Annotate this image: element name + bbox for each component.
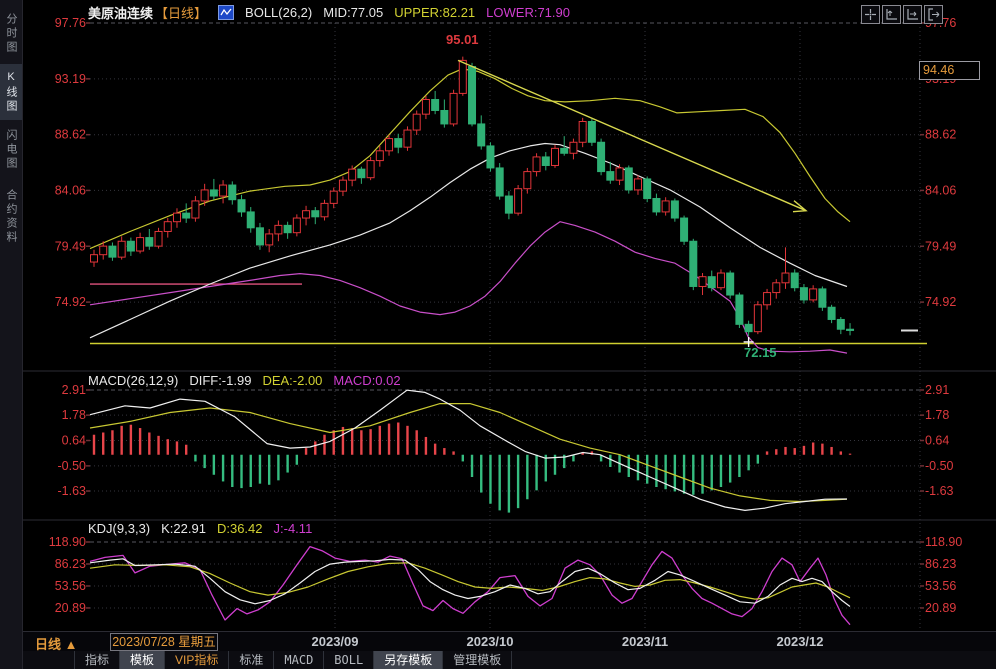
macd-dea-value: DEA:-2.00 — [262, 373, 322, 388]
macd-indicator-label: MACD(26,12,9) — [88, 373, 178, 388]
month-label-nov: 2023/11 — [622, 634, 668, 649]
low-price-label: 72.15 — [744, 345, 777, 360]
macd-macd-value: MACD:0.02 — [333, 373, 400, 388]
period-dropdown-arrow: ▲ — [65, 637, 78, 652]
svg-text:93.19: 93.19 — [55, 72, 86, 86]
svg-text:2.91: 2.91 — [62, 383, 86, 397]
exit-chart-icon[interactable] — [924, 5, 943, 24]
svg-text:74.92: 74.92 — [55, 295, 86, 309]
svg-text:0.64: 0.64 — [925, 434, 949, 448]
svg-text:-0.50: -0.50 — [925, 459, 954, 473]
toolbar-item-manage-template[interactable]: 管理模板 — [443, 651, 512, 669]
svg-text:53.56: 53.56 — [925, 579, 956, 593]
boll-upper-value: UPPER:82.21 — [394, 5, 475, 20]
date-axis-row: 日线 ▲ 2023/07/28 星期五 2023/09 2023/10 2023… — [22, 631, 996, 653]
toolbar-item-macd[interactable]: MACD — [274, 651, 324, 669]
svg-text:118.90: 118.90 — [49, 535, 86, 549]
svg-text:1.78: 1.78 — [62, 408, 86, 422]
svg-text:20.89: 20.89 — [925, 601, 956, 615]
svg-text:84.06: 84.06 — [925, 183, 956, 197]
period-tag: 【日线】 — [155, 3, 207, 22]
kdj-panel-header: KDJ(9,3,3) K:22.91 D:36.42 J:-4.11 — [88, 521, 323, 536]
svg-text:86.23: 86.23 — [55, 557, 86, 571]
svg-text:86.23: 86.23 — [925, 557, 956, 571]
boll-mid-value: MID:77.05 — [323, 5, 383, 20]
toolbar-item-boll[interactable]: BOLL — [324, 651, 374, 669]
boll-indicator-label: BOLL(26,2) — [245, 5, 312, 20]
svg-text:88.62: 88.62 — [925, 128, 956, 142]
left-sidebar: 分时图 K线图 闪电图 合约资料 — [0, 0, 23, 669]
first-date-label: 2023/07/28 星期五 — [110, 633, 218, 651]
kdj-j-value: J:-4.11 — [274, 521, 313, 536]
chart-application-window: 97.7697.7693.1993.1988.6288.6284.0684.06… — [0, 0, 996, 669]
svg-text:74.92: 74.92 — [925, 295, 956, 309]
month-label-sep: 2023/09 — [312, 634, 359, 649]
toolbar-item-indicators[interactable]: 指标 — [74, 651, 120, 669]
svg-text:2.91: 2.91 — [925, 383, 949, 397]
svg-text:53.56: 53.56 — [55, 579, 86, 593]
sidebar-tab-lightning[interactable]: 闪电图 — [0, 122, 22, 178]
kdj-k-value: K:22.91 — [161, 521, 206, 536]
svg-text:20.89: 20.89 — [55, 601, 86, 615]
price-tag: 94.46 — [919, 61, 980, 80]
crosshair-icon[interactable] — [861, 5, 880, 24]
sidebar-tab-timeshare[interactable]: 分时图 — [0, 6, 22, 62]
toolbar-item-standard[interactable]: 标准 — [229, 651, 274, 669]
chart-canvas[interactable]: 97.7697.7693.1993.1988.6288.6284.0684.06… — [0, 0, 996, 669]
boll-lower-value: LOWER:71.90 — [486, 5, 570, 20]
svg-text:79.49: 79.49 — [925, 239, 956, 253]
svg-text:-0.50: -0.50 — [58, 459, 87, 473]
high-price-label: 95.01 — [446, 32, 479, 47]
svg-text:118.90: 118.90 — [925, 535, 962, 549]
toolbar-item-template[interactable]: 模板 — [120, 651, 165, 669]
svg-text:84.06: 84.06 — [55, 183, 86, 197]
expand-scale-icon[interactable] — [903, 5, 922, 24]
sidebar-tab-contract-info[interactable]: 合约资料 — [0, 180, 22, 254]
toolbar-item-save-template[interactable]: 另存模板 — [374, 651, 443, 669]
symbol-name: 美原油连续 — [88, 3, 153, 22]
indicator-chart-icon — [218, 5, 234, 20]
svg-text:97.76: 97.76 — [55, 16, 86, 30]
kdj-indicator-label: KDJ(9,3,3) — [88, 521, 150, 536]
svg-text:88.62: 88.62 — [55, 128, 86, 142]
svg-text:1.78: 1.78 — [925, 408, 949, 422]
svg-text:79.49: 79.49 — [55, 239, 86, 253]
sidebar-tab-kline[interactable]: K线图 — [0, 64, 22, 120]
month-label-dec: 2023/12 — [777, 634, 824, 649]
macd-panel-header: MACD(26,12,9) DIFF:-1.99 DEA:-2.00 MACD:… — [88, 373, 412, 388]
main-chart-header: 美原油连续 【日线】 BOLL(26,2) MID:77.05 UPPER:82… — [88, 3, 581, 22]
svg-text:0.64: 0.64 — [62, 434, 86, 448]
macd-diff-value: DIFF:-1.99 — [189, 373, 251, 388]
chart-tool-icons — [861, 5, 945, 24]
kdj-d-value: D:36.42 — [217, 521, 263, 536]
period-label: 日线 — [35, 637, 61, 652]
toolbar-item-vip-indicators[interactable]: VIP指标 — [165, 651, 229, 669]
svg-text:-1.63: -1.63 — [925, 484, 954, 498]
compress-scale-icon[interactable] — [882, 5, 901, 24]
month-label-oct: 2023/10 — [467, 634, 514, 649]
bottom-toolbar: 指标 模板 VIP指标 标准 MACD BOLL 另存模板 管理模板 — [22, 651, 996, 669]
svg-text:-1.63: -1.63 — [58, 484, 87, 498]
